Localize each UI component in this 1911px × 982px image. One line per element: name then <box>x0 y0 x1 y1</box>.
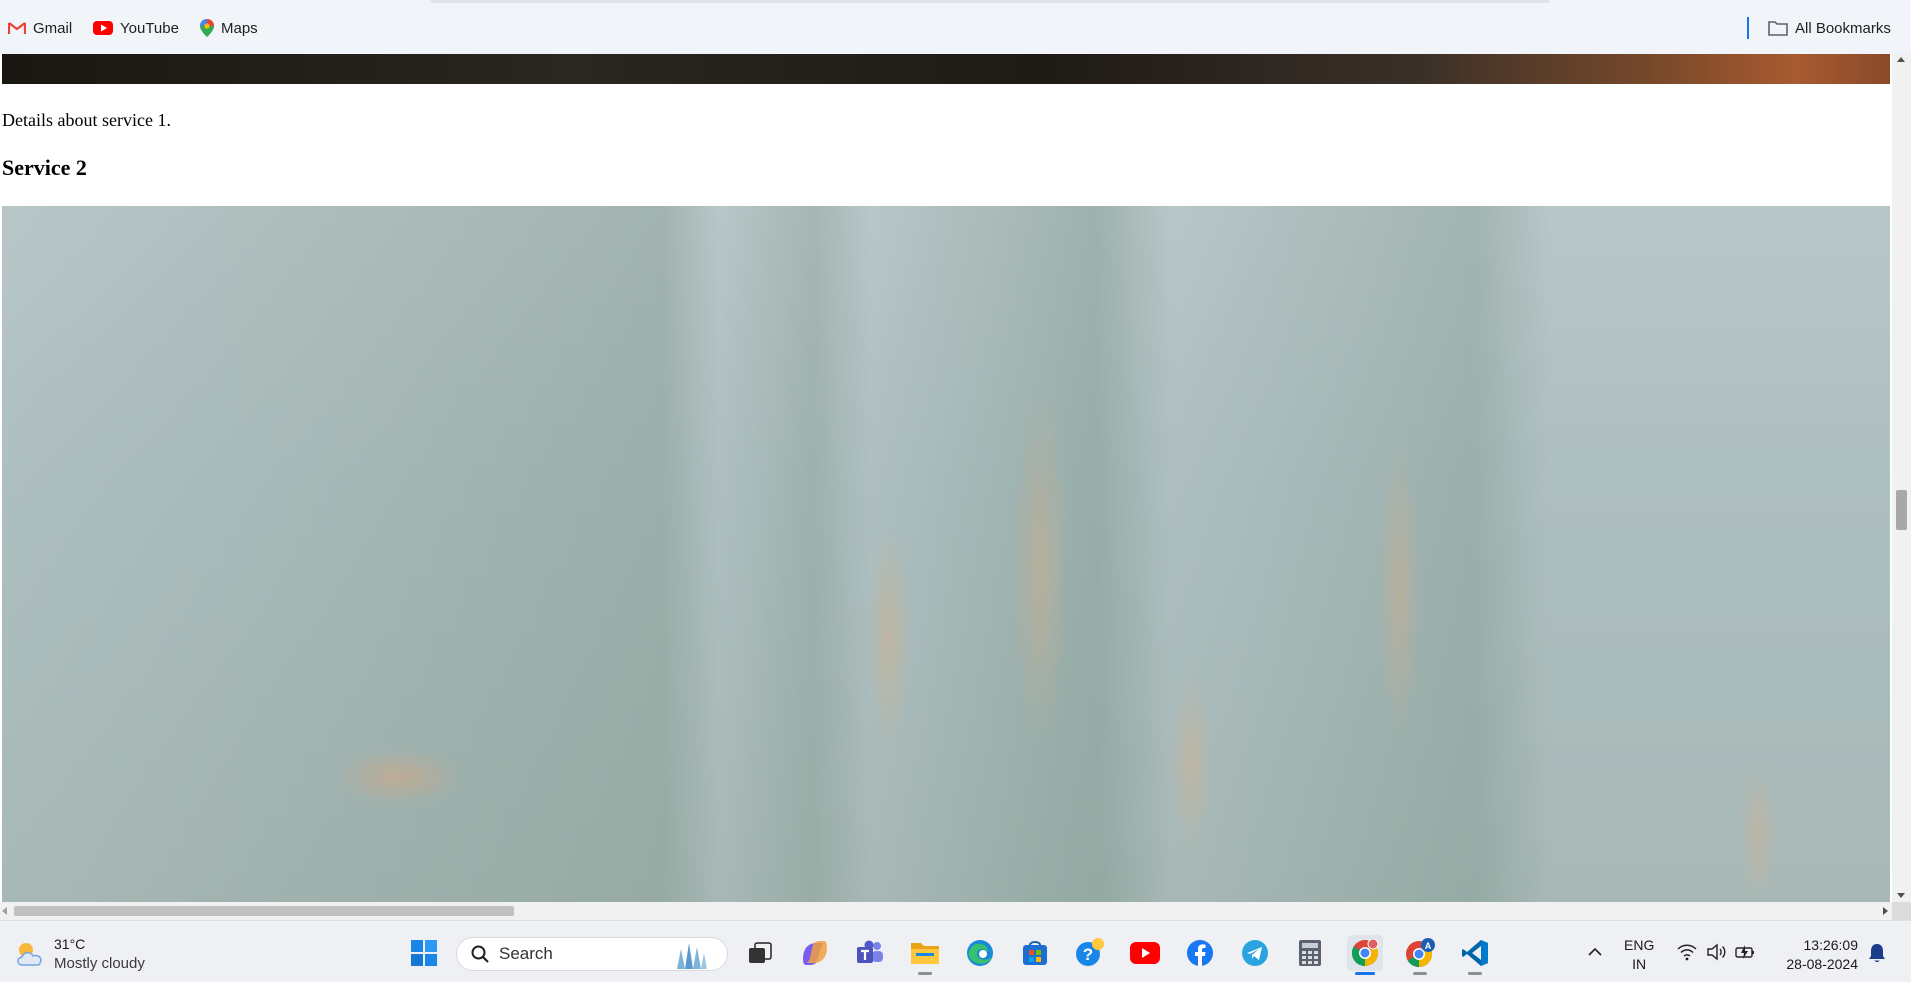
taskbar-file-explorer[interactable] <box>907 935 943 975</box>
chrome-icon <box>1351 939 1379 967</box>
service1-details-text: Details about service 1. <box>2 110 171 130</box>
taskbar-store[interactable] <box>1017 935 1053 971</box>
taskbar-chrome-profile[interactable]: A <box>1402 935 1438 975</box>
store-icon <box>1023 941 1047 965</box>
vscode-icon <box>1462 940 1488 966</box>
taskbar-youtube[interactable] <box>1127 935 1163 971</box>
scroll-left-arrow-icon[interactable] <box>2 907 7 915</box>
language-region: IN <box>1632 956 1647 972</box>
taskbar-edge[interactable] <box>962 935 998 971</box>
start-button[interactable] <box>406 935 442 971</box>
scrollbar-corner <box>1892 902 1911 920</box>
search-label: Search <box>499 944 553 963</box>
folder-icon <box>1768 21 1788 36</box>
clock[interactable]: 13:26:09 28-08-2024 <box>1776 936 1858 974</box>
scroll-down-arrow-icon[interactable] <box>1897 893 1905 898</box>
facebook-icon <box>1187 940 1213 966</box>
wifi-icon <box>1677 944 1697 961</box>
weather-temp: 31°C <box>54 936 86 952</box>
weather-widget[interactable]: 31°C Mostly cloudy <box>14 935 145 973</box>
battery-charging-icon <box>1735 945 1754 959</box>
chrome-profile-icon: A <box>1406 938 1435 968</box>
help-icon: ? <box>1076 938 1104 966</box>
taskbar-telegram[interactable] <box>1237 935 1273 971</box>
taskbar-search-box[interactable]: Search <box>456 937 728 971</box>
address-bar-edge <box>430 0 1550 3</box>
gmail-icon <box>8 22 26 34</box>
bell-icon <box>1869 944 1885 962</box>
edge-icon <box>967 940 993 966</box>
running-indicator <box>918 972 932 975</box>
task-view-icon <box>749 942 772 963</box>
all-bookmarks-button[interactable]: All Bookmarks <box>1768 18 1891 38</box>
bookmark-label: YouTube <box>120 19 179 37</box>
weather-condition: Mostly cloudy <box>54 955 145 972</box>
taskbar-facebook[interactable] <box>1182 935 1218 971</box>
bookmarks-bar: Gmail YouTube Maps All Bookmarks <box>0 0 1911 54</box>
taskbar-get-help[interactable]: ? <box>1072 935 1108 971</box>
notifications-button[interactable] <box>1868 943 1886 968</box>
svg-text:?: ? <box>1083 945 1093 964</box>
system-tray[interactable] <box>1677 943 1757 961</box>
taskbar-calculator[interactable] <box>1292 935 1328 971</box>
bookmark-maps[interactable]: Maps <box>200 18 258 38</box>
page-viewport: Details about service 1. Service 2 <box>0 54 1892 902</box>
language-code: ENG <box>1624 937 1655 953</box>
search-highlight-icon <box>677 943 707 969</box>
language-indicator[interactable]: ENG IN <box>1624 936 1654 974</box>
cloudy-weather-icon <box>17 943 42 966</box>
clock-date: 28-08-2024 <box>1786 956 1858 972</box>
youtube-icon <box>1130 942 1160 964</box>
telegram-icon <box>1242 940 1268 966</box>
vertical-scroll-thumb[interactable] <box>1896 490 1907 530</box>
horizontal-scroll-thumb[interactable] <box>14 906 514 916</box>
teams-icon <box>857 940 883 963</box>
taskbar-task-view[interactable] <box>742 935 778 971</box>
windows-start-icon <box>411 940 437 966</box>
show-hidden-icons-button[interactable] <box>1587 944 1603 962</box>
copilot-icon <box>803 941 827 965</box>
bookmark-youtube[interactable]: YouTube <box>93 18 179 38</box>
calculator-icon <box>1299 940 1321 966</box>
search-icon <box>471 945 489 963</box>
bookmark-label: Maps <box>221 19 258 37</box>
horizontal-scrollbar[interactable] <box>0 902 1892 920</box>
volume-icon <box>1707 943 1726 961</box>
taskbar: 31°C Mostly cloudy Search ? A ENG IN 13:… <box>0 920 1911 982</box>
folder-icon <box>911 943 939 964</box>
chevron-up-icon <box>1588 947 1602 956</box>
bookmark-label: Gmail <box>33 19 73 37</box>
running-indicator <box>1413 972 1427 975</box>
vertical-scrollbar[interactable] <box>1892 54 1911 902</box>
youtube-icon <box>93 21 113 35</box>
scroll-right-arrow-icon[interactable] <box>1883 907 1888 915</box>
taskbar-chrome[interactable] <box>1347 935 1383 975</box>
taskbar-copilot[interactable] <box>797 935 833 971</box>
service2-image <box>2 206 1890 902</box>
all-bookmarks-label: All Bookmarks <box>1795 19 1891 37</box>
maps-icon <box>200 19 214 37</box>
bookmark-gmail[interactable]: Gmail <box>8 18 72 38</box>
scroll-up-arrow-icon[interactable] <box>1897 57 1905 62</box>
running-indicator <box>1468 972 1482 975</box>
bookmarks-divider <box>1747 17 1749 39</box>
taskbar-teams[interactable] <box>852 935 888 971</box>
service1-image <box>2 54 1890 84</box>
clock-time: 13:26:09 <box>1803 937 1859 953</box>
svg-text:A: A <box>1425 941 1432 951</box>
service2-heading: Service 2 <box>2 155 87 180</box>
taskbar-vscode[interactable] <box>1457 935 1493 975</box>
active-indicator <box>1355 972 1375 975</box>
